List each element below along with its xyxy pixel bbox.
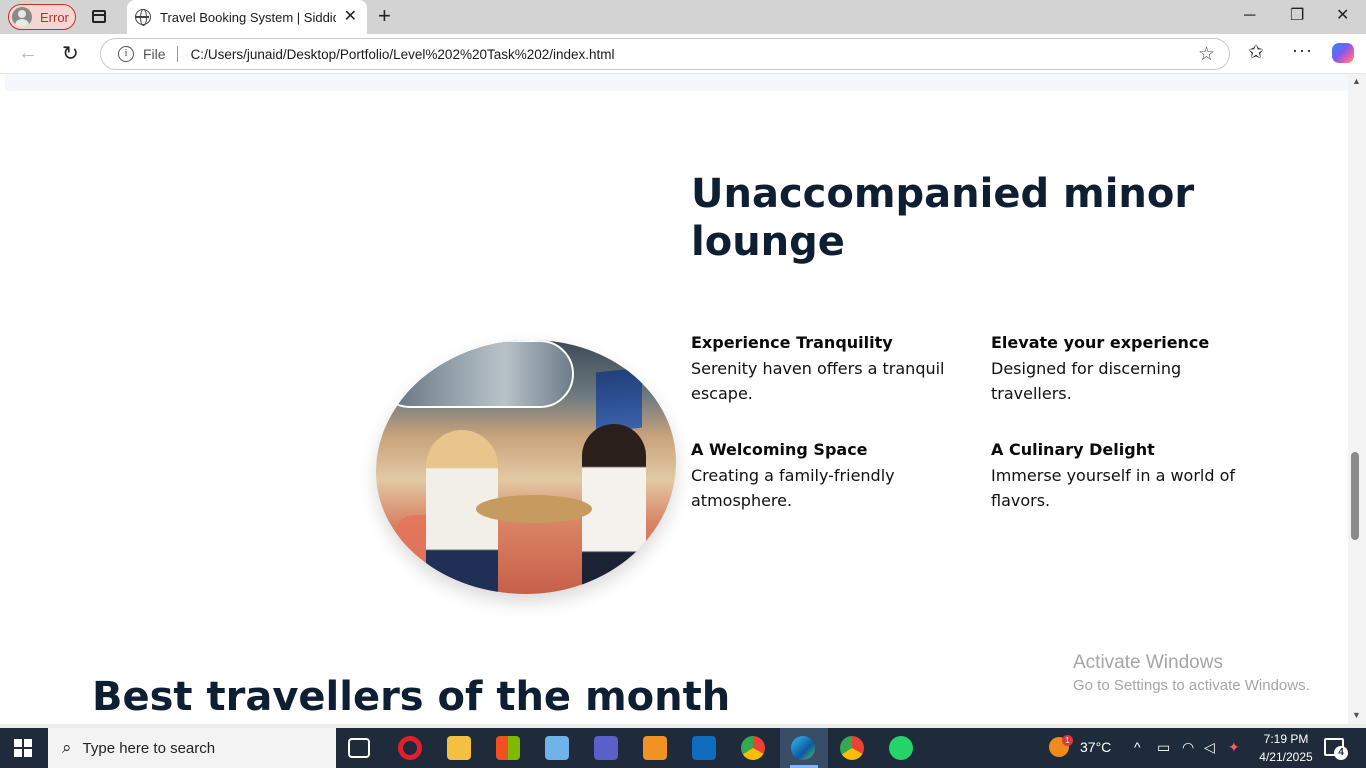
search-icon: ⌕ [62,738,72,757]
windows-taskbar: ⌕ Type here to search 1 37°C ^ ▭ ◠ ◁ ✦ 7… [0,728,1366,768]
tab-title: Travel Booking System | Siddiqui [160,9,336,25]
browser-toolbar: ← ↻ i File C:/Users/junaid/Desktop/Portf… [0,34,1366,74]
address-bar[interactable]: i File C:/Users/junaid/Desktop/Portfolio… [100,38,1230,70]
clock-date: 4/21/2025 [1259,750,1313,764]
close-window-icon[interactable]: ✕ [1336,6,1349,26]
favorites-icon[interactable]: ✩ [1248,41,1264,64]
copilot-icon[interactable] [1332,43,1354,63]
chrome-profile-icon[interactable] [840,736,864,760]
feature-description: Creating a family-friendly atmosphere. [691,466,895,510]
task-view-icon[interactable] [348,738,370,758]
weather-badge: 1 [1062,735,1073,746]
battery-icon[interactable]: ▭ [1157,739,1170,756]
scroll-down-icon[interactable]: ▼ [1352,710,1361,720]
opera-icon[interactable] [398,736,422,760]
chrome-icon[interactable] [741,736,765,760]
feature-item: Experience Tranquility Serenity haven of… [691,333,961,406]
microsoft-store-icon[interactable] [496,736,520,760]
feature-title: Elevate your experience [991,333,1210,352]
address-url[interactable]: C:/Users/junaid/Desktop/Portfolio/Level%… [191,47,615,62]
more-options-icon[interactable]: ··· [1292,40,1313,61]
address-scheme: File [143,46,166,62]
clock[interactable]: 7:19 PM 4/21/2025 [1256,730,1316,766]
restore-icon[interactable]: ❐ [1290,6,1304,26]
watermark-subtitle: Go to Settings to activate Windows. [1073,677,1310,694]
notification-count-badge: 4 [1334,746,1348,760]
page-viewport: Unaccompanied minor lounge Experience Tr… [0,74,1348,724]
active-tab[interactable]: Travel Booking System | Siddiqui ✕ [127,0,367,34]
edge-icon[interactable] [791,736,815,760]
chevron-up-icon[interactable]: ^ [1134,739,1141,755]
feature-description: Designed for discerning travellers. [991,359,1182,403]
wifi-icon[interactable]: ◠ [1182,739,1194,756]
feature-item: A Culinary Delight Immerse yourself in a… [991,440,1261,513]
globe-icon [135,9,151,26]
temperature-label[interactable]: 37°C [1080,739,1111,755]
minimize-icon[interactable]: ─ [1244,6,1255,26]
info-icon[interactable]: i [118,46,134,62]
sublime-text-icon[interactable] [643,736,667,760]
avatar-icon [12,7,32,27]
dropbox-icon[interactable]: ✦ [1228,739,1240,756]
windows-start-icon[interactable] [14,739,32,757]
feature-description: Immerse yourself in a world of flavors. [991,466,1236,510]
feature-title: Experience Tranquility [691,333,893,352]
clock-time: 7:19 PM [1263,732,1309,746]
watermark-title: Activate Windows [1073,652,1223,673]
feature-title: A Welcoming Space [691,440,868,459]
volume-icon[interactable]: ◁ [1204,739,1215,756]
profile-button[interactable]: Error [8,4,76,30]
address-divider [176,46,178,62]
scroll-up-icon[interactable]: ▲ [1352,76,1361,86]
tab-actions-icon[interactable] [88,7,110,27]
lounge-heading: Unaccompanied minor lounge [691,171,1195,265]
feature-description: Serenity haven offers a tranquil escape. [691,359,945,403]
lounge-inset-photo [376,340,574,408]
activate-windows-watermark: Activate Windows Go to Settings to activ… [1073,651,1310,697]
back-arrow-icon[interactable]: ← [18,42,38,65]
scroll-thumb[interactable] [1351,452,1359,540]
feature-title: A Culinary Delight [991,440,1155,459]
browser-tab-bar: Error Travel Booking System | Siddiqui ✕… [0,0,1366,34]
file-explorer-icon[interactable] [447,736,471,760]
profile-status-label: Error [40,9,69,25]
taskbar-search-input[interactable]: ⌕ Type here to search [48,728,336,768]
whatsapp-icon[interactable] [889,736,913,760]
search-placeholder: Type here to search [82,739,216,757]
favorite-star-icon[interactable]: ☆ [1198,43,1215,66]
teams-icon[interactable] [594,736,618,760]
feature-item: A Welcoming Space Creating a family-frie… [691,440,961,513]
section-top-strip [5,74,1348,91]
lounge-photo [376,340,676,594]
feature-item: Elevate your experience Designed for dis… [991,333,1261,406]
page-scrollbar[interactable]: ▲ ▼ [1348,74,1366,724]
best-travellers-heading: Best travellers of the month [92,674,731,720]
new-tab-icon[interactable]: + [378,5,391,27]
remote-desktop-icon[interactable] [545,736,569,760]
outlook-icon[interactable] [692,736,716,760]
close-tab-icon[interactable]: ✕ [344,9,357,25]
reload-icon[interactable]: ↻ [62,41,79,66]
